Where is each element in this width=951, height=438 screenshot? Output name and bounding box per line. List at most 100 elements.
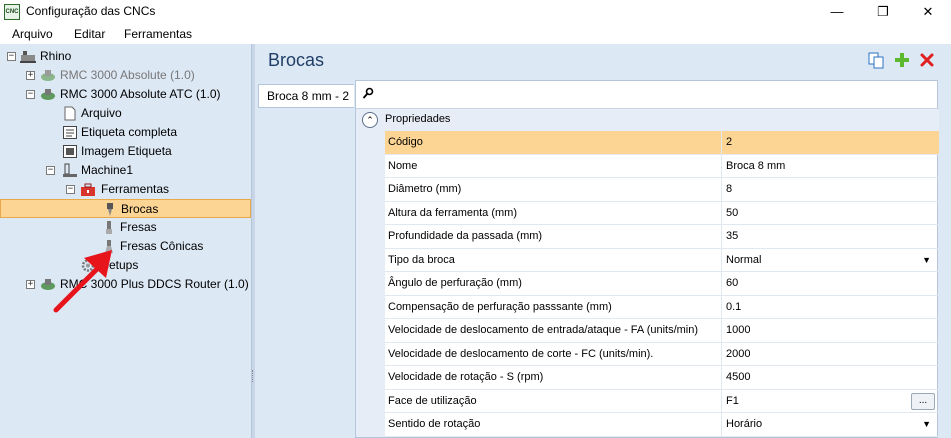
label-icon xyxy=(63,126,77,139)
tree-label: Imagem Etiqueta xyxy=(81,144,172,158)
mill-icon xyxy=(106,221,112,234)
property-name: Altura da ferramenta (mm) xyxy=(385,201,722,225)
dropdown-arrow-icon[interactable]: ▼ xyxy=(922,413,931,436)
property-value[interactable]: 2000 xyxy=(722,343,939,366)
tree-item-setups[interactable]: Setups xyxy=(0,256,250,275)
row-gutter xyxy=(356,413,385,437)
property-value[interactable]: 1000 xyxy=(722,319,939,343)
ellipsis-button[interactable]: ... xyxy=(911,392,935,410)
property-row[interactable]: Velocidade de deslocamento de corte - FC… xyxy=(356,342,939,366)
tree-item-ferramentas[interactable]: − Ferramentas xyxy=(0,180,250,199)
tree-item-imagem-etiqueta[interactable]: Imagem Etiqueta xyxy=(0,142,250,161)
tree-item-arquivo[interactable]: Arquivo xyxy=(0,104,250,123)
delete-icon[interactable] xyxy=(918,51,936,69)
close-button[interactable]: ✕ xyxy=(905,0,951,24)
tree-label: Arquivo xyxy=(81,106,122,120)
tree-item-rhino[interactable]: − Rhino xyxy=(0,47,250,66)
property-row[interactable]: Diâmetro (mm) 8 xyxy=(356,178,939,202)
property-name: Código xyxy=(385,131,722,155)
property-value[interactable]: Horário ▼ xyxy=(722,413,939,437)
collapse-icon[interactable]: − xyxy=(66,185,75,194)
row-gutter xyxy=(356,389,385,413)
property-row[interactable]: Velocidade de rotação - S (rpm) 4500 xyxy=(356,366,939,390)
menu-ferramentas[interactable]: Ferramentas xyxy=(124,27,192,41)
property-value[interactable]: 0.1 xyxy=(722,296,939,319)
title-bar: CNC Configuração das CNCs — ❐ ✕ xyxy=(0,0,951,24)
category-row[interactable]: ⌃ Propriedades xyxy=(356,109,939,131)
tree-item-rmc-absolute-atc[interactable]: − RMC 3000 Absolute ATC (1.0) xyxy=(0,85,250,104)
tree-item-rmc-plus-ddcs[interactable]: + RMC 3000 Plus DDCS Router (1.0) xyxy=(0,275,250,294)
property-value[interactable]: Normal ▼ xyxy=(722,249,939,272)
property-row[interactable]: Compensação de perfuração passsante (mm)… xyxy=(356,295,939,319)
tree-item-rmc-absolute[interactable]: + RMC 3000 Absolute (1.0) xyxy=(0,66,250,85)
tree-label: Machine1 xyxy=(81,163,134,177)
tabs-column: Broca 8 mm - 2 xyxy=(255,80,355,438)
property-row[interactable]: Código 2 xyxy=(356,131,939,155)
collapse-icon[interactable]: − xyxy=(7,52,16,61)
property-row[interactable]: Nome Broca 8 mm xyxy=(356,154,939,178)
property-name: Ângulo de perfuração (mm) xyxy=(385,272,722,296)
property-row[interactable]: Tipo da broca Normal ▼ xyxy=(356,248,939,272)
menu-editar[interactable]: Editar xyxy=(74,27,105,41)
property-row[interactable]: Altura da ferramenta (mm) 50 xyxy=(356,201,939,225)
property-value[interactable]: F1... xyxy=(722,390,939,413)
menu-arquivo[interactable]: Arquivo xyxy=(12,27,53,41)
expand-icon[interactable]: + xyxy=(26,71,35,80)
menu-bar: Arquivo Editar Ferramentas xyxy=(0,24,951,44)
row-gutter xyxy=(356,295,385,319)
property-value[interactable]: 4500 xyxy=(722,366,939,390)
tree-item-etiqueta-completa[interactable]: Etiqueta completa xyxy=(0,123,250,142)
annotation-arrow-icon xyxy=(53,250,112,313)
collapse-icon[interactable]: − xyxy=(46,166,55,175)
tree-item-brocas[interactable]: Brocas xyxy=(0,199,251,218)
property-name: Sentido de rotação xyxy=(385,413,722,437)
property-row[interactable]: Velocidade de deslocamento de entrada/at… xyxy=(356,319,939,343)
search-bar[interactable] xyxy=(356,81,939,109)
app-icon: CNC xyxy=(4,4,20,20)
tree-item-fresas[interactable]: Fresas xyxy=(0,218,250,237)
property-value[interactable]: 50 xyxy=(722,202,939,225)
tree-item-fresas-conicas[interactable]: Fresas Cônicas xyxy=(0,237,250,256)
tree-label: Rhino xyxy=(40,49,72,63)
minimize-button[interactable]: — xyxy=(814,0,860,24)
collapse-icon[interactable]: − xyxy=(26,90,35,99)
window-title: Configuração das CNCs xyxy=(26,4,156,18)
property-row[interactable]: Face de utilização F1... xyxy=(356,389,939,413)
property-value[interactable]: 35 xyxy=(722,225,939,249)
add-icon[interactable] xyxy=(893,51,911,69)
row-gutter xyxy=(356,201,385,225)
cnc-machine-icon xyxy=(41,89,55,100)
property-value[interactable]: 2 xyxy=(722,131,939,155)
property-value[interactable]: 60 xyxy=(722,272,939,296)
property-value[interactable]: Broca 8 mm xyxy=(722,155,939,178)
machine-icon xyxy=(20,51,36,63)
property-row[interactable]: Profundidade da passada (mm) 35 xyxy=(356,225,939,249)
property-row[interactable]: Ângulo de perfuração (mm) 60 xyxy=(356,272,939,296)
property-value-text: 2000 xyxy=(726,347,751,360)
tree-item-machine1[interactable]: − Machine1 xyxy=(0,161,250,180)
property-value-text: Horário xyxy=(726,418,763,430)
row-gutter xyxy=(356,178,385,202)
key-search-icon xyxy=(362,87,374,99)
expand-icon[interactable]: + xyxy=(26,280,35,289)
tree-label: Ferramentas xyxy=(101,182,170,196)
tab-broca-8mm[interactable]: Broca 8 mm - 2 xyxy=(258,84,354,108)
toolbox-icon xyxy=(81,183,95,196)
property-name: Profundidade da passada (mm) xyxy=(385,225,722,249)
property-value-text: 4500 xyxy=(726,371,751,383)
collapse-category-icon[interactable]: ⌃ xyxy=(362,112,378,128)
tree-label: Fresas Cônicas xyxy=(120,239,204,253)
property-name: Compensação de perfuração passsante (mm) xyxy=(385,295,722,319)
property-value[interactable]: 8 xyxy=(722,178,939,202)
property-value-text: 1000 xyxy=(726,324,751,336)
property-value-text: F1 xyxy=(726,394,739,407)
maximize-button[interactable]: ❐ xyxy=(860,0,906,24)
tree-label: RMC 3000 Absolute (1.0) xyxy=(60,68,195,82)
property-row[interactable]: Sentido de rotação Horário ▼ xyxy=(356,413,939,437)
property-value-text: 8 xyxy=(726,183,733,195)
dropdown-arrow-icon[interactable]: ▼ xyxy=(922,249,931,272)
property-value-text: Broca 8 mm xyxy=(726,159,786,172)
copy-icon[interactable] xyxy=(867,51,885,69)
property-name: Velocidade de deslocamento de entrada/at… xyxy=(385,319,722,343)
tree-label: Fresas xyxy=(120,220,157,234)
